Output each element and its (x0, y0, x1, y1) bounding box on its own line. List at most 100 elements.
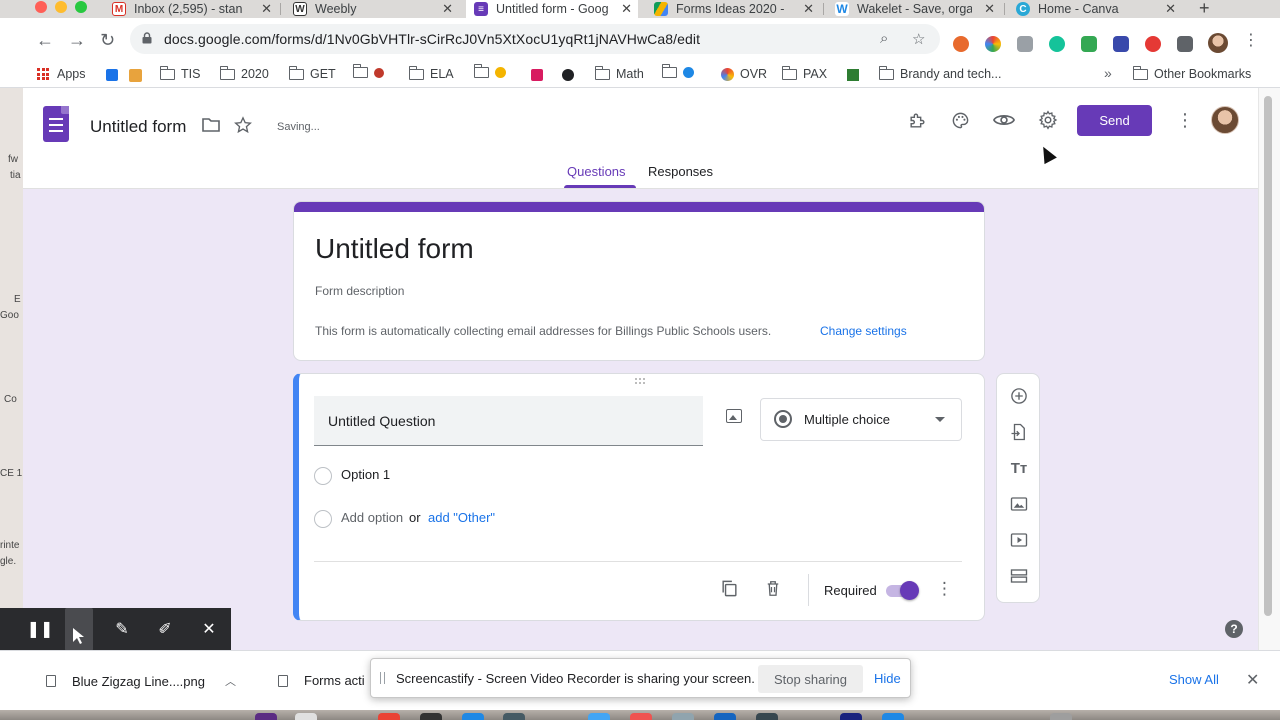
import-questions-icon[interactable] (1009, 422, 1029, 442)
form-description-field[interactable]: Form description (315, 284, 404, 298)
form-doc-title[interactable]: Untitled form (90, 117, 186, 137)
pointer-tool-icon[interactable] (65, 608, 93, 651)
bookmark-u-icon[interactable] (531, 69, 543, 81)
dock-app-icon[interactable] (714, 713, 736, 720)
duplicate-icon[interactable] (720, 579, 739, 598)
close-tab-icon[interactable]: ✕ (442, 1, 453, 17)
tab-canva[interactable]: C Home - Canva ✕ (1016, 0, 1176, 18)
screencastify-icon[interactable] (1145, 36, 1161, 52)
bookmark-2020[interactable]: 2020 (220, 65, 269, 81)
bookmark-apps[interactable]: Apps (37, 67, 86, 81)
bookmark-favicon-icon[interactable] (129, 69, 142, 82)
bookmark-folder[interactable] (474, 64, 506, 78)
preview-eye-icon[interactable] (993, 112, 1015, 128)
send-button[interactable]: Send (1077, 105, 1152, 136)
dock-app-icon[interactable] (295, 713, 317, 720)
tab-questions[interactable]: Questions (567, 164, 626, 179)
bookmark-star-icon[interactable]: ☆ (912, 30, 925, 48)
page-scrollbar[interactable] (1258, 88, 1280, 650)
dock-app-icon[interactable] (1050, 713, 1072, 720)
bookmark-ela[interactable]: ELA (409, 65, 454, 81)
more-options-icon[interactable]: ⋮ (1176, 110, 1194, 131)
extension-grammarly-icon[interactable] (1049, 36, 1065, 52)
scrollbar-thumb[interactable] (1264, 96, 1272, 616)
dock-app-icon[interactable] (672, 713, 694, 720)
dock-app-icon[interactable] (503, 713, 525, 720)
add-other-link[interactable]: add "Other" (428, 510, 495, 525)
url-bar[interactable]: docs.google.com/forms/d/1Nv0GbVHTlr-sCir… (130, 24, 940, 54)
download-item[interactable]: Forms acti (278, 673, 365, 688)
form-title[interactable]: Untitled form (315, 233, 474, 265)
bookmark-other[interactable]: Other Bookmarks (1133, 65, 1251, 81)
profile-avatar-icon[interactable] (1208, 33, 1228, 53)
new-tab-button[interactable]: + (1199, 0, 1210, 18)
bookmark-tis[interactable]: TIS (160, 65, 200, 81)
back-icon[interactable]: ← (36, 30, 54, 51)
tab-forms-ideas[interactable]: Forms Ideas 2020 - ✕ (654, 0, 814, 18)
minimize-window-button[interactable] (55, 1, 67, 13)
help-icon[interactable]: ? (1225, 620, 1243, 638)
dock-app-icon[interactable] (840, 713, 862, 720)
dock-app-icon[interactable] (882, 713, 904, 720)
dock-app-icon[interactable] (378, 713, 400, 720)
pause-icon[interactable]: ❚❚ (27, 620, 54, 638)
zoom-icon[interactable]: ⌕ (880, 30, 888, 47)
form-title-card[interactable]: Untitled form Form description This form… (293, 201, 985, 361)
tab-weebly[interactable]: W Weebly ✕ (293, 0, 453, 18)
download-item[interactable]: Blue Zigzag Line....png ︿ (46, 673, 236, 689)
close-window-button[interactable] (35, 1, 47, 13)
bookmark-pax[interactable]: PAX (782, 65, 827, 81)
dock-app-icon[interactable] (420, 713, 442, 720)
bookmark-swirl-icon[interactable] (562, 69, 574, 81)
close-tab-icon[interactable]: ✕ (621, 1, 632, 17)
change-settings-link[interactable]: Change settings (820, 324, 907, 338)
close-tab-icon[interactable]: ✕ (803, 1, 814, 17)
bookmark-get[interactable]: GET (289, 65, 336, 81)
google-forms-logo-icon[interactable] (43, 106, 69, 142)
extension-robot-icon[interactable] (1017, 36, 1033, 52)
extensions-puzzle-icon[interactable] (1177, 36, 1193, 52)
extension-c-icon[interactable] (1113, 36, 1129, 52)
tab-wakelet[interactable]: W Wakelet - Save, orga ✕ (835, 0, 995, 18)
option-1-label[interactable]: Option 1 (341, 467, 390, 482)
star-bookmark-icon[interactable] (106, 69, 118, 81)
tab-inbox[interactable]: M Inbox (2,595) - stan ✕ (112, 0, 272, 18)
add-section-icon[interactable] (1009, 566, 1029, 586)
browser-menu-icon[interactable]: ⋮ (1243, 30, 1259, 50)
chevron-up-icon[interactable]: ︿ (225, 673, 236, 689)
question-more-icon[interactable]: ⋮ (936, 579, 953, 599)
bookmark-brandy[interactable]: Brandy and tech... (879, 65, 1001, 81)
hide-button[interactable]: Hide (874, 671, 901, 686)
avatar[interactable] (1211, 106, 1239, 134)
add-question-icon[interactable] (1009, 386, 1029, 406)
highlighter-tool-icon[interactable]: ✐ (156, 620, 174, 638)
bookmark-folder[interactable] (662, 64, 694, 78)
addons-puzzle-icon[interactable] (908, 111, 927, 130)
close-tab-icon[interactable]: ✕ (984, 1, 995, 17)
stop-sharing-button[interactable]: Stop sharing (758, 665, 863, 693)
extension-color-icon[interactable] (985, 36, 1001, 52)
dock-app-icon[interactable] (756, 713, 778, 720)
bookmark-math[interactable]: Math (595, 65, 644, 81)
close-tab-icon[interactable]: ✕ (261, 1, 272, 17)
tab-untitled-form[interactable]: ≡ Untitled form - Goog ✕ (466, 0, 638, 18)
drag-handle-icon[interactable] (635, 378, 645, 384)
required-toggle-knob[interactable] (900, 581, 919, 600)
add-option-field[interactable]: Add option (341, 510, 403, 525)
star-icon[interactable] (234, 116, 252, 134)
extension-green-icon[interactable] (1081, 36, 1097, 52)
forward-icon[interactable]: → (68, 30, 86, 51)
add-title-text-icon[interactable]: Tт (1009, 458, 1029, 478)
folder-icon[interactable] (202, 118, 220, 132)
question-card[interactable]: Untitled Question Multiple choice Option… (293, 373, 985, 621)
add-image-icon[interactable] (1009, 494, 1029, 514)
question-type-dropdown[interactable]: Multiple choice (760, 398, 962, 441)
delete-trash-icon[interactable] (764, 579, 782, 598)
add-video-icon[interactable] (1009, 530, 1029, 550)
bookmark-ovr[interactable]: OVR (721, 67, 767, 81)
bookmark-tree-icon[interactable] (847, 69, 859, 81)
dock-app-icon[interactable] (630, 713, 652, 720)
tab-responses[interactable]: Responses (648, 164, 713, 179)
extension-honey-icon[interactable] (953, 36, 969, 52)
drag-grip-icon[interactable] (380, 672, 385, 684)
